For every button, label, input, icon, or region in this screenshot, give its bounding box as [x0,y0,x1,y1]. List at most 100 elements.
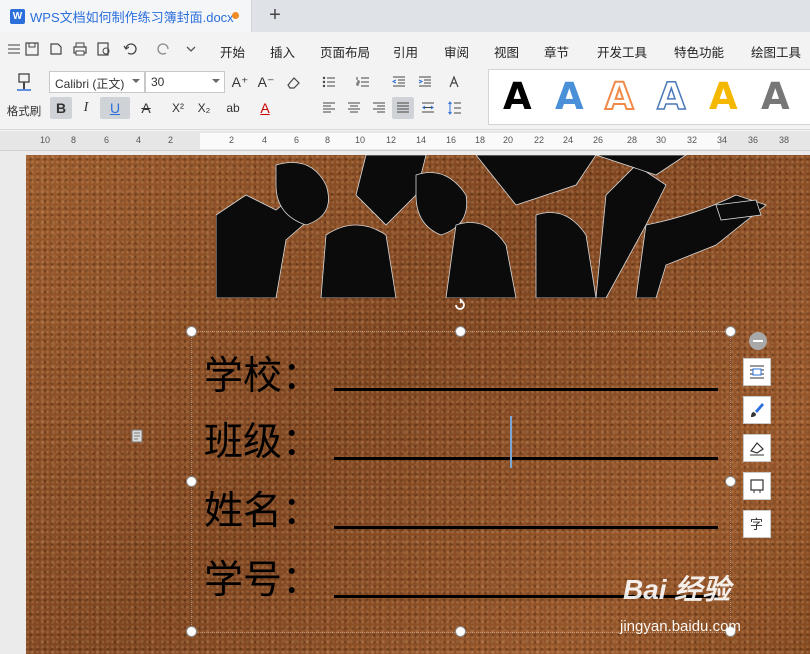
menu-special-features[interactable]: 特色功能 [674,42,724,61]
align-center-button[interactable] [343,97,365,119]
grow-font-button[interactable]: A⁺ [229,71,251,93]
title-bar: W WPS文档如何制作练习簿封面.docx + [0,0,810,32]
document-title: WPS文档如何制作练习簿封面.docx [30,9,234,25]
bullet-list-button[interactable] [318,71,340,93]
text-direction-icon [449,75,459,88]
rotate-handle-icon[interactable] [453,298,467,312]
ruler-tick: 22 [534,135,545,145]
italic-button[interactable]: I [75,97,97,119]
text-style-blue-outline[interactable]: A [656,74,686,119]
shrink-font-button[interactable]: A⁻ [255,71,277,93]
text-box-settings-button[interactable]: 字 [743,510,771,538]
ruler-tick: 12 [386,135,397,145]
ruler-tick: 14 [416,135,427,145]
print-icon[interactable] [72,41,88,57]
ruler-tick: 6 [294,135,300,145]
ruler-tick: 38 [779,135,790,145]
align-right-button[interactable] [368,97,390,119]
font-size-value: 30 [151,75,165,89]
document-tab[interactable]: W WPS文档如何制作练习簿封面.docx [0,0,252,32]
frame-icon [750,479,764,493]
underline-button[interactable]: U [100,97,130,119]
ruler-tick: 2 [168,135,174,145]
justify-button[interactable] [392,97,414,119]
text-wrap-button[interactable] [743,358,771,386]
strikethrough-button[interactable]: A [135,97,157,119]
menu-insert[interactable]: 插入 [270,42,295,61]
resize-handle-right[interactable] [725,476,736,487]
watermark-logo: Bai 经验 [623,574,731,605]
highlight-button[interactable]: ab [222,97,244,119]
text-style-blue[interactable]: A [555,75,584,119]
format-painter-button[interactable]: 格式刷 [4,70,44,124]
text-style-orange-outline[interactable]: A [604,74,635,119]
collapse-toolbar-icon[interactable] [749,332,767,350]
resize-handle-bottom-left[interactable] [186,626,197,637]
ruler-tick: 26 [593,135,604,145]
resize-handle-left[interactable] [186,476,197,487]
resize-handle-top[interactable] [455,326,466,337]
ruler-tick: 16 [446,135,457,145]
character-icon: 字 [750,518,763,533]
menu-toggle-icon[interactable] [6,41,22,57]
field-label-name: 姓名： [204,489,322,534]
align-left-button[interactable] [318,97,340,119]
bold-button[interactable]: B [50,97,72,119]
chevron-down-icon [212,79,220,83]
redo-icon[interactable] [156,41,172,57]
customize-toolbar-icon[interactable] [183,41,199,57]
shape-fill-button[interactable] [743,396,771,424]
menu-developer[interactable]: 开发工具 [597,42,647,61]
ruler-tick: 4 [262,135,268,145]
field-line-school [334,388,718,391]
menu-home[interactable]: 开始 [220,42,245,61]
increase-indent-button[interactable] [414,71,436,93]
menu-drawing-tools[interactable]: 绘图工具 [751,42,801,61]
font-color-button[interactable]: A [254,97,276,119]
save-icon[interactable] [24,41,40,57]
menu-references[interactable]: 引用 [393,42,418,61]
menu-review[interactable]: 审阅 [444,42,469,61]
output-icon[interactable] [48,41,64,57]
distributed-align-button[interactable] [417,97,439,119]
field-label-student-id: 学号： [204,558,322,603]
resize-handle-top-right[interactable] [725,326,736,337]
numbered-list-button[interactable] [352,71,374,93]
undo-icon[interactable] [122,41,138,57]
align-justify-icon [397,102,409,113]
text-cursor [510,416,512,468]
text-style-gray[interactable]: A [761,75,790,119]
text-style-gold[interactable]: A [709,75,738,119]
ruler-tick: 18 [475,135,486,145]
ruler-tick: 36 [748,135,759,145]
resize-handle-top-left[interactable] [186,326,197,337]
bullet-list-icon [322,76,335,88]
horizontal-ruler[interactable]: 10 8 6 4 2 2 4 6 8 10 12 14 16 18 20 22 … [0,131,810,151]
text-wrap-icon [750,365,764,379]
font-size-select[interactable]: 30 [145,71,225,93]
line-spacing-button[interactable] [444,97,466,119]
menu-bar: 开始 插入 页面布局 引用 审阅 视图 章节 开发工具 特色功能 绘图工具 [0,32,810,66]
resize-handle-bottom[interactable] [455,626,466,637]
menu-section[interactable]: 章节 [544,42,569,61]
ruler-tick: 10 [40,135,51,145]
font-name-select[interactable]: Calibri (正文) [49,71,145,93]
shape-outline-button[interactable] [743,434,771,462]
superscript-button[interactable]: X² [167,97,189,119]
new-tab-button[interactable]: + [264,4,286,26]
text-direction-button[interactable] [444,71,466,93]
shape-effects-button[interactable] [743,472,771,500]
subscript-button[interactable]: X₂ [193,97,215,119]
field-label-school: 学校： [204,354,322,399]
print-preview-icon[interactable] [96,41,112,57]
document-canvas[interactable]: 学校： 班级： 姓名： 学号： 字 Bai 经验 jingyan.baidu.c… [0,151,810,654]
ruler-text-area [200,133,720,149]
ruler-tick: 8 [325,135,331,145]
text-style-black[interactable]: A [503,75,532,119]
menu-view[interactable]: 视图 [494,42,519,61]
menu-page-layout[interactable]: 页面布局 [320,42,370,61]
decrease-indent-button[interactable] [388,71,410,93]
paragraph-layout-icon[interactable] [129,428,145,444]
wps-writer-window: W WPS文档如何制作练习簿封面.docx + 开始 插入 页面布局 引用 审阅… [0,0,810,654]
clear-format-button[interactable] [282,71,304,93]
